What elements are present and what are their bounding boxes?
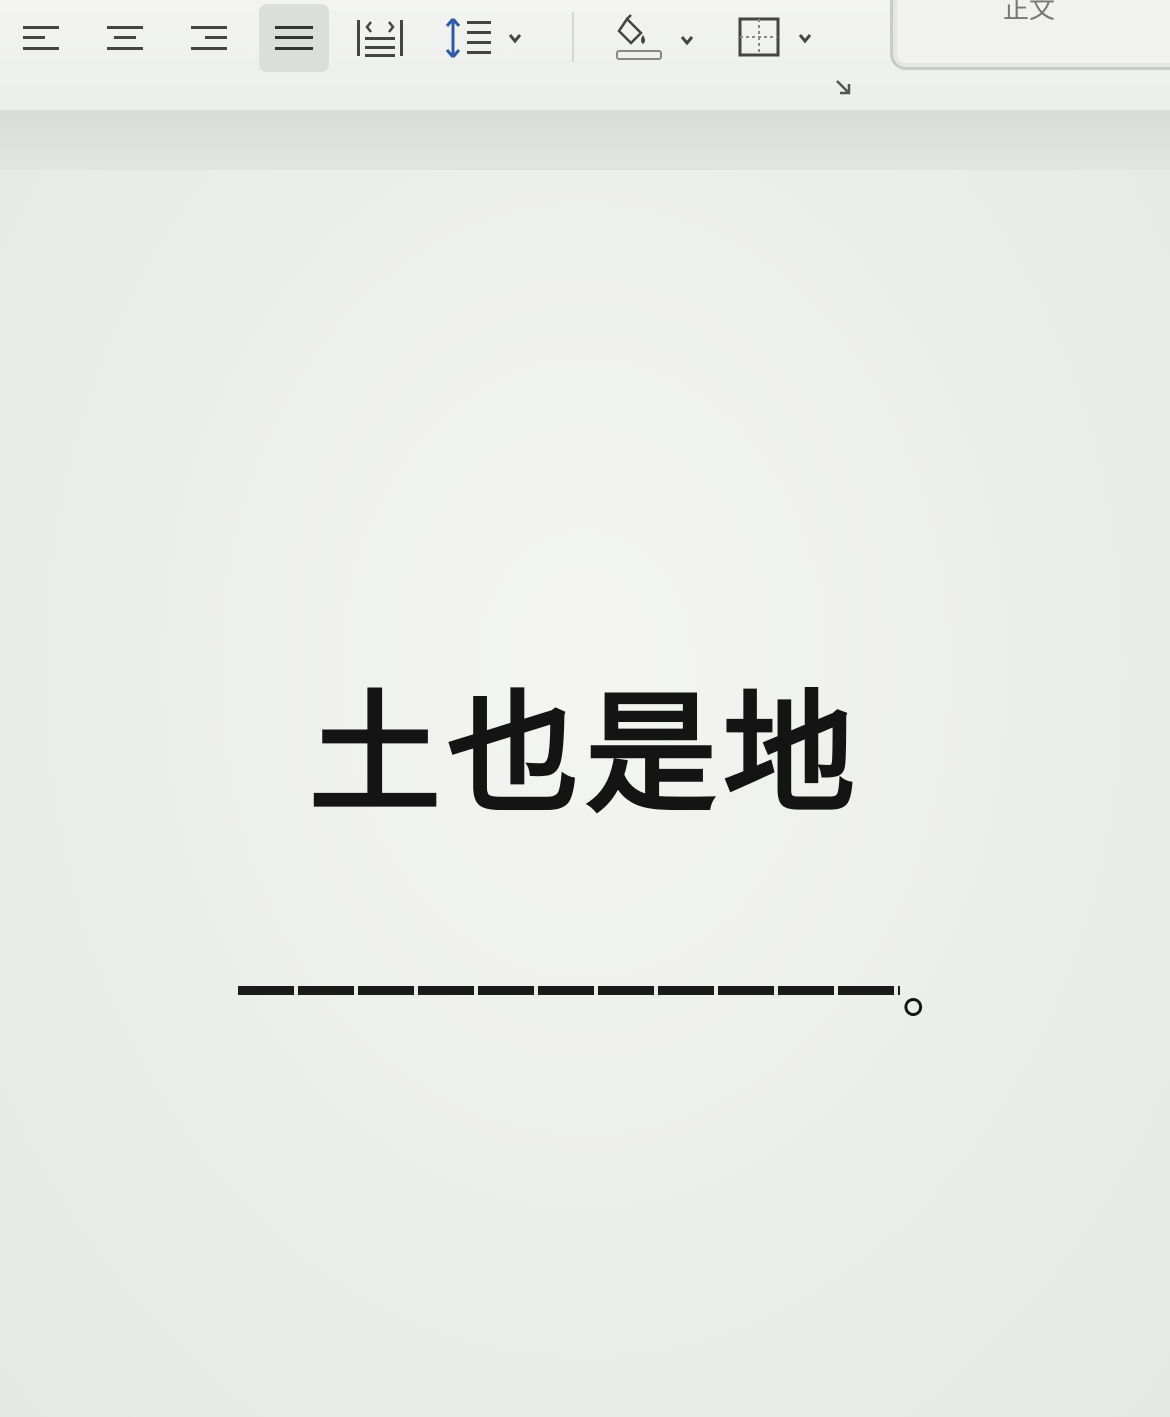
align-left-icon: [23, 26, 59, 50]
line-spacing-icon: [445, 18, 522, 58]
borders-icon: [738, 17, 812, 57]
ribbon-toolbar: 正文: [0, 0, 1170, 111]
align-left-button[interactable]: [8, 4, 74, 72]
align-center-icon: [107, 26, 143, 50]
justify-button[interactable]: [259, 4, 329, 72]
chevron-down-icon: [680, 36, 694, 46]
style-label: 正文: [1003, 0, 1056, 25]
line-spacing-button[interactable]: [436, 4, 532, 72]
chevron-down-icon: [798, 34, 812, 44]
answer-blank-line: [238, 986, 900, 995]
paragraph-settings-launcher[interactable]: [832, 76, 854, 102]
shading-button[interactable]: [605, 4, 701, 72]
document-canvas-margin: [0, 110, 1170, 172]
align-right-icon: [191, 26, 227, 50]
align-right-button[interactable]: [176, 4, 242, 72]
justify-icon: [275, 26, 313, 50]
dialog-launcher-icon: [836, 80, 851, 95]
answer-period: 。: [902, 958, 961, 1026]
shading-icon: [616, 14, 694, 60]
chevron-down-icon: [508, 34, 522, 44]
distributed-align-button[interactable]: [346, 4, 414, 72]
style-gallery-normal[interactable]: 正文: [890, 0, 1170, 70]
borders-button[interactable]: [728, 4, 824, 72]
document-heading: 土也是地: [309, 677, 861, 832]
align-center-button[interactable]: [92, 4, 158, 72]
toolbar-divider: [572, 12, 574, 62]
distributed-align-icon: [357, 20, 403, 57]
